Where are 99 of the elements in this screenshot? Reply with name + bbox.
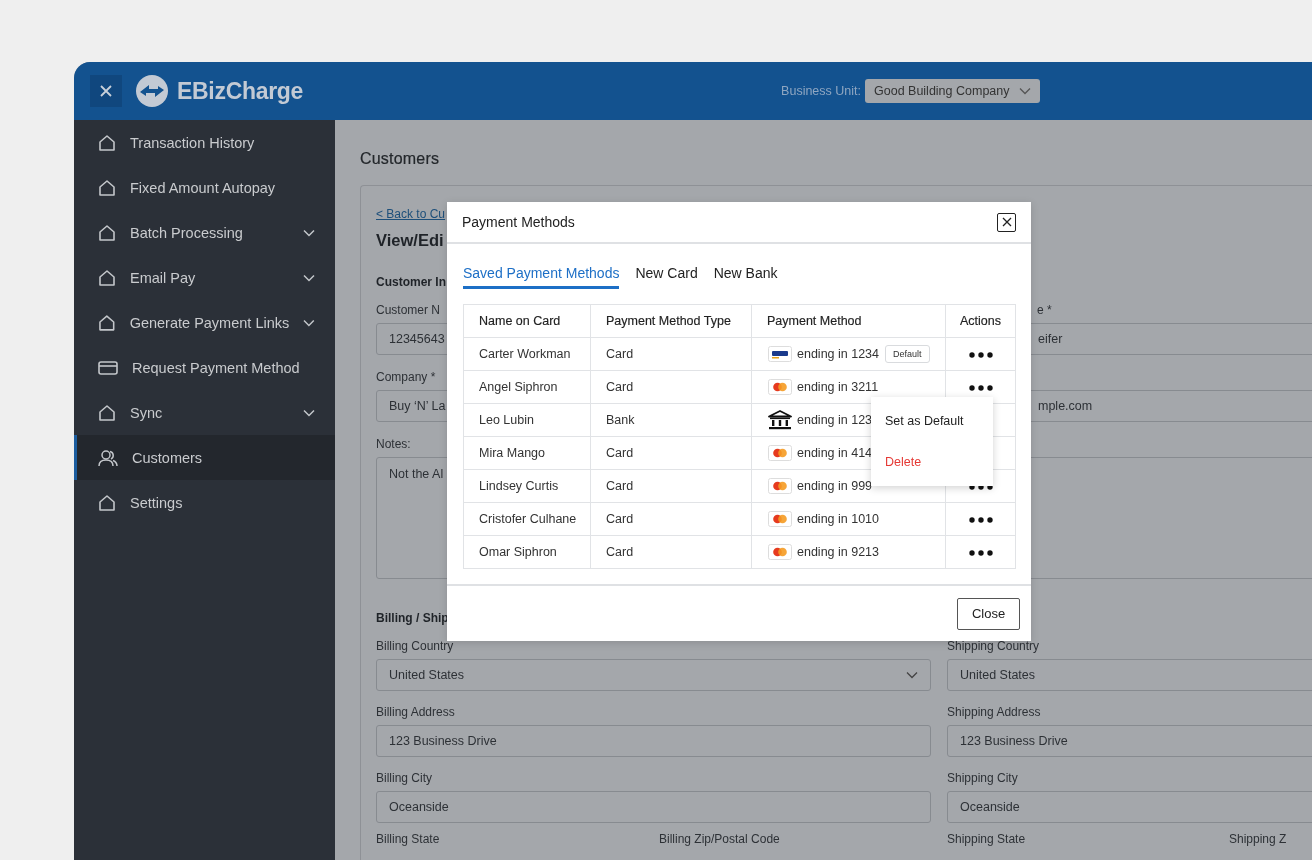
field-label: Billing City [376,771,432,785]
payment-method-text: ending in 414 [797,446,873,460]
payment-method-text: ending in 1010 [797,512,880,526]
field-label: Notes: [376,437,411,451]
field-label: Billing Zip/Postal Code [659,832,781,846]
users-icon [98,448,118,467]
close-button[interactable]: Close [957,597,1020,630]
more-actions-button[interactable] [966,548,995,558]
payment-method-text: ending in 3211 [797,380,879,394]
payment-method-text: ending in 999 [797,479,873,493]
field-label: Shipping Z [1229,832,1287,846]
close-button[interactable] [997,212,1016,232]
menu-item[interactable]: Delete [871,454,993,469]
table-cell: Card [590,502,752,536]
field-label: Shipping Address [947,705,1041,719]
more-icon [968,517,993,523]
home-icon [98,133,116,152]
column-header: Actions [945,304,1016,338]
home-icon [98,223,116,242]
field-label: Shipping State [947,832,1027,846]
table-cell: Card [590,337,752,371]
table-cell: Carter Workman [463,337,591,371]
mastercard-icon [768,478,792,494]
table-cell: Card [590,436,752,470]
table-cell: Bank [590,403,752,437]
tab[interactable]: Saved Payment Methods [463,264,620,289]
table-cell: Lindsey Curtis [463,469,591,503]
chevron-down-icon [906,671,918,679]
table-cell: Mira Mango [463,436,591,470]
business-unit-label: Business Unit: [781,84,861,98]
input-field[interactable]: 123 Business Drive [376,725,931,757]
sidebar-item[interactable]: Transaction History [74,120,335,165]
tab[interactable]: New Bank [713,264,778,289]
field-label: e * [1036,303,1052,317]
brand-name: EBizCharge [177,77,304,105]
home-icon [98,493,116,512]
home-icon [98,178,116,197]
country-select[interactable]: United States [376,659,931,691]
sidebar-item[interactable]: Customers [74,435,335,480]
column-header: Name on Card [463,304,591,338]
mastercard-icon [768,379,792,395]
more-icon [968,352,993,358]
more-actions-button[interactable] [966,515,995,525]
payment-method-text: ending in 123 [797,413,873,427]
table-cell: Omar Siphron [463,535,591,569]
column-header: Payment Method Type [590,304,752,338]
home-icon [98,268,116,287]
payment-method-text: ending in 1234 [797,347,880,361]
close-icon [1001,217,1012,227]
more-actions-button[interactable] [966,350,995,360]
field-label: Shipping Country [947,639,1040,653]
table-cell: Angel Siphron [463,370,591,404]
field-label: Billing Address [376,705,455,719]
input-field[interactable]: Oceanside [376,791,931,823]
page-title: Customers [360,150,441,168]
sidebar-item[interactable]: Batch Processing [74,210,335,255]
sidebar-item[interactable]: Request Payment Method [74,345,335,390]
credit-card-icon [98,359,118,376]
field-label: Customer N [376,303,440,317]
table-cell: Cristofer Culhane [463,502,591,536]
mastercard-icon [768,445,792,461]
field-label: Billing State [376,832,441,846]
table-cell: Card [590,370,752,404]
more-actions-button[interactable] [966,383,995,393]
input-field[interactable]: 123 Business Drive [947,725,1312,757]
mastercard-icon [768,544,792,560]
dialog-title: Payment Methods [462,214,575,230]
bank-icon [768,410,792,430]
business-unit-select[interactable]: Good Building Company [865,79,1040,103]
home-icon [98,313,116,332]
menu-item[interactable]: Set as Default [871,414,993,429]
mastercard-icon [768,511,792,527]
sidebar-item[interactable]: Settings [74,480,335,525]
home-icon [98,403,116,422]
sidebar-item[interactable]: Email Pay [74,255,335,300]
page-heading: View/Edi [376,231,445,250]
chevron-down-icon [1018,87,1031,95]
section-title: Customer In [376,275,446,289]
sidebar-item[interactable]: Sync [74,390,335,435]
payment-method-text: ending in 9213 [797,545,880,559]
table-cell: Card [590,535,752,569]
column-header: Payment Method [751,304,946,338]
more-icon [968,550,993,556]
tab[interactable]: New Card [635,264,698,289]
field-label: Company * [376,370,436,384]
table-cell: Leo Lubin [463,403,591,437]
default-badge: Default [885,345,930,363]
field-label: Billing Country [376,639,454,653]
table-cell: Card [590,469,752,503]
logo-icon [135,74,169,108]
input-field[interactable]: United States [947,659,1312,691]
close-icon [99,84,113,98]
field-label: Shipping City [947,771,1018,785]
card-brand-icon [768,346,792,362]
sidebar-item[interactable]: Generate Payment Links [74,300,335,345]
sidebar-item[interactable]: Fixed Amount Autopay [74,165,335,210]
back-link[interactable]: < Back to Cu [376,207,446,221]
more-icon [968,385,993,391]
input-field[interactable]: Oceanside [947,791,1312,823]
